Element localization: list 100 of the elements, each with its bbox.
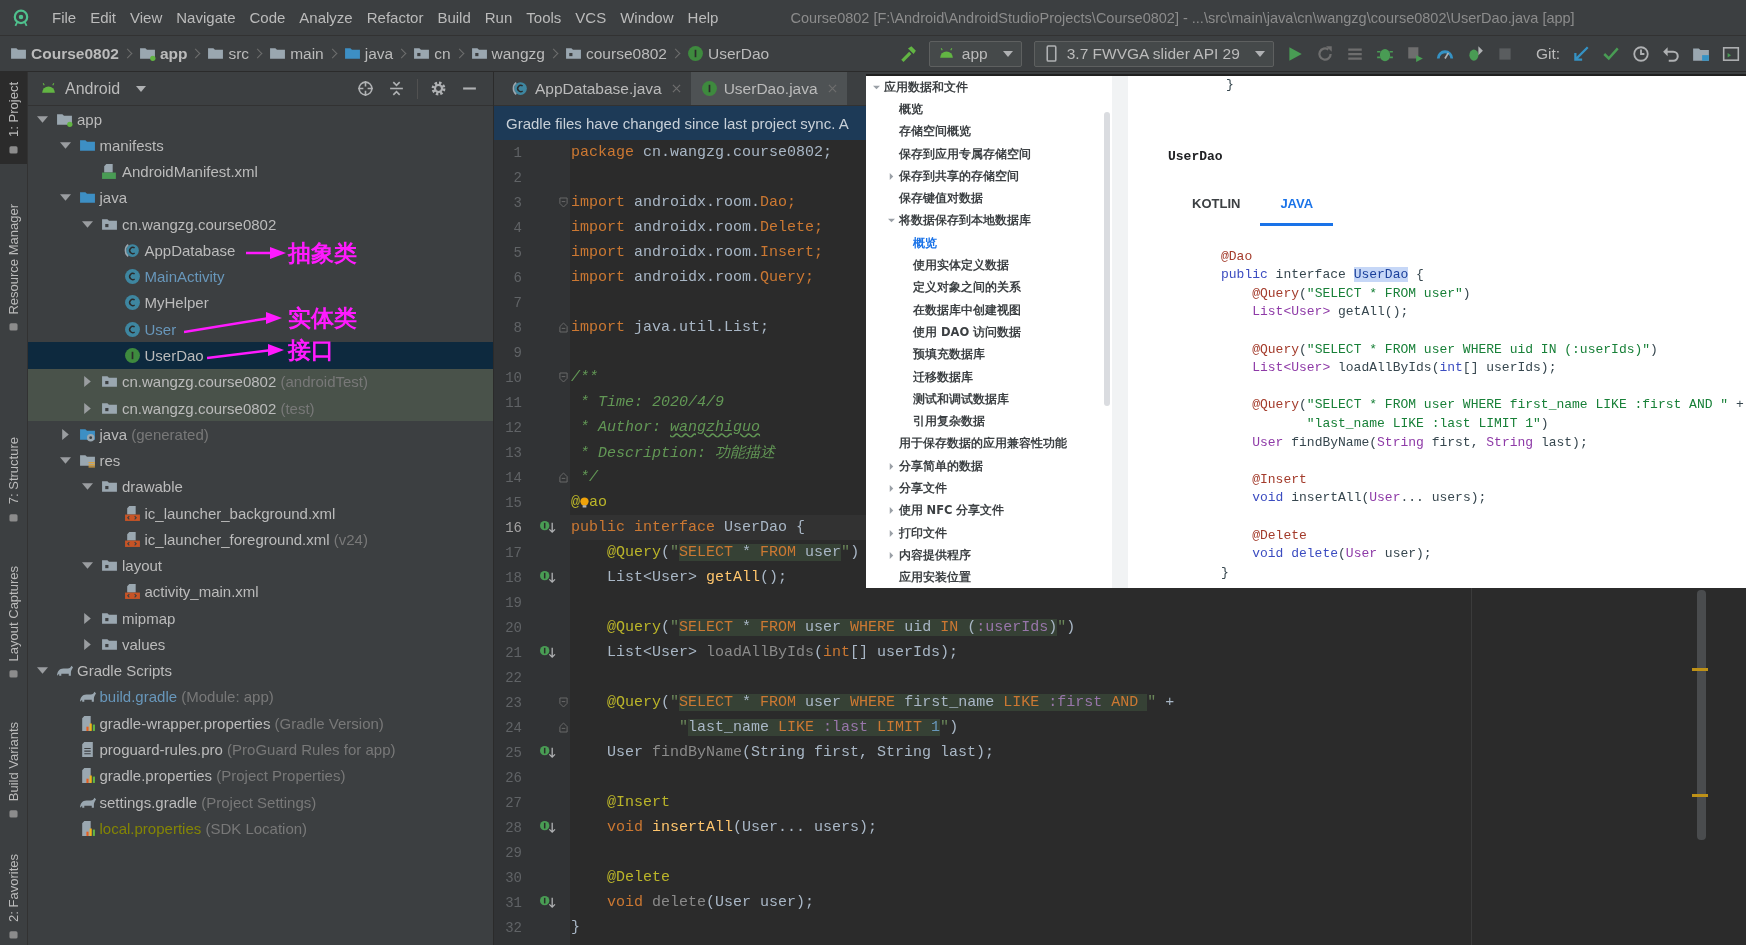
- menu-item[interactable]: Code: [243, 9, 294, 26]
- caret-right-icon[interactable]: [82, 612, 93, 624]
- language-tab[interactable]: JAVA: [1260, 185, 1334, 226]
- caret-right-icon[interactable]: [887, 551, 895, 559]
- fold-start-icon[interactable]: [559, 197, 568, 208]
- run-config-dropdown[interactable]: app: [928, 40, 1022, 67]
- menu-item[interactable]: Refactor: [360, 9, 432, 26]
- caret-down-icon[interactable]: [37, 665, 48, 677]
- attach-icon[interactable]: [1405, 44, 1424, 63]
- caret-down-icon[interactable]: [82, 218, 93, 230]
- fold-end-icon[interactable]: [559, 472, 568, 483]
- tool-window-tab[interactable]: Layout Captures: [0, 555, 27, 689]
- tool-window-tab[interactable]: Resource Manager: [0, 193, 27, 342]
- implemented-marker-icon[interactable]: [539, 570, 556, 585]
- tool-window-tab[interactable]: 2: Favorites: [0, 844, 27, 945]
- breadcrumb-item[interactable]: UserDao: [687, 44, 770, 63]
- tree-item[interactable]: AppDatabase: [101, 237, 236, 264]
- menu-item[interactable]: Tools: [520, 9, 570, 26]
- tree-item[interactable]: gradle-wrapper.properties (Gradle Version): [56, 710, 384, 737]
- caret-down-icon[interactable]: [82, 481, 93, 493]
- nav-item[interactable]: 保存键值对数据: [866, 187, 1112, 210]
- scrollbar[interactable]: [1697, 590, 1706, 840]
- close-icon[interactable]: [671, 84, 681, 93]
- menu-item[interactable]: VCS: [569, 9, 615, 26]
- menu-item[interactable]: Build: [431, 9, 479, 26]
- menu-item[interactable]: Analyze: [293, 9, 361, 26]
- caret-down-icon[interactable]: [59, 455, 71, 467]
- implemented-marker-icon[interactable]: [539, 745, 556, 760]
- caret-right-icon[interactable]: [887, 462, 895, 470]
- caret-down-icon[interactable]: [59, 192, 71, 204]
- nav-item[interactable]: 将数据保存到本地数据库: [866, 209, 1112, 233]
- tree-item[interactable]: settings.gradle (Project Settings): [56, 789, 317, 816]
- implemented-marker-icon[interactable]: [539, 520, 556, 535]
- hammer-icon[interactable]: [898, 44, 917, 63]
- collapse-all-icon[interactable]: [388, 80, 405, 97]
- tree-item[interactable]: manifests: [56, 132, 164, 159]
- tree-item[interactable]: User: [101, 316, 177, 343]
- undo-icon[interactable]: [1662, 44, 1680, 63]
- breadcrumb-item[interactable]: course0802: [565, 44, 667, 63]
- caret-right-icon[interactable]: [82, 402, 93, 414]
- tree-item[interactable]: gradle.properties (Project Properties): [56, 762, 346, 789]
- tree-item[interactable]: ic_launcher_background.xml: [101, 500, 336, 527]
- fold-end-icon[interactable]: [559, 322, 568, 333]
- menu-item[interactable]: Edit: [84, 9, 125, 26]
- tree-item[interactable]: proguard-rules.pro (ProGuard Rules for app): [56, 736, 396, 763]
- device-dropdown[interactable]: 3.7 FWVGA slider API 29: [1033, 40, 1274, 67]
- tree-item[interactable]: drawable: [79, 473, 183, 500]
- nav-item[interactable]: 在数据库中创建视图: [866, 298, 1112, 322]
- lightbulb-icon[interactable]: [580, 494, 589, 511]
- nav-item[interactable]: 保存到应用专属存储空间: [866, 142, 1112, 166]
- breadcrumb-item[interactable]: main: [269, 44, 324, 63]
- tree-item[interactable]: Gradle Scripts: [34, 657, 173, 684]
- nav-item[interactable]: 迁移数据库: [866, 365, 1112, 389]
- tool-window-tab[interactable]: 1: Project: [0, 72, 27, 164]
- implemented-marker-icon[interactable]: [539, 645, 556, 660]
- tree-item[interactable]: mipmap: [79, 605, 176, 632]
- breadcrumb-item[interactable]: cn: [413, 44, 451, 63]
- tree-item[interactable]: AndroidManifest.xml: [79, 158, 258, 185]
- nav-item[interactable]: 使用 NFC 分享文件: [866, 499, 1112, 522]
- caret-right-icon[interactable]: [887, 172, 895, 180]
- nav-item[interactable]: 概览: [866, 232, 1112, 255]
- nav-item[interactable]: 内容提供程序: [866, 544, 1112, 567]
- caret-down-icon[interactable]: [37, 113, 48, 125]
- nav-item[interactable]: 分享简单的数据: [866, 455, 1112, 478]
- tree-item[interactable]: cn.wangzg.course0802: [79, 211, 277, 238]
- tree-item[interactable]: java (generated): [56, 421, 209, 448]
- caret-right-icon[interactable]: [82, 638, 93, 650]
- caret-right-icon[interactable]: [887, 529, 895, 537]
- breadcrumb-item[interactable]: Course0802: [10, 44, 119, 63]
- breadcrumb-item[interactable]: src: [207, 44, 250, 63]
- clock-icon[interactable]: [1632, 44, 1650, 63]
- nav-item[interactable]: 测试和调试数据库: [866, 388, 1112, 411]
- menu-item[interactable]: View: [124, 9, 171, 26]
- menu-item[interactable]: Window: [614, 9, 682, 26]
- tree-item[interactable]: MyHelper: [101, 290, 209, 316]
- nav-item[interactable]: 应用数据和文件: [866, 76, 1112, 99]
- nav-item[interactable]: 使用实体定义数据: [866, 254, 1112, 277]
- update-arrow-icon[interactable]: [1572, 44, 1590, 63]
- tree-item[interactable]: values: [79, 631, 166, 658]
- tree-item[interactable]: activity_main.xml: [101, 578, 259, 605]
- menu-item[interactable]: Run: [478, 9, 521, 26]
- breadcrumb-item[interactable]: wangzg: [470, 44, 545, 63]
- nav-item[interactable]: 用于保存数据的应用兼容性功能: [866, 432, 1112, 456]
- breadcrumb-item[interactable]: java: [343, 44, 394, 63]
- nav-item[interactable]: 打印文件: [866, 521, 1112, 545]
- caret-down-icon[interactable]: [873, 83, 880, 91]
- caret-down-icon[interactable]: [59, 139, 71, 151]
- layout-icon[interactable]: [1722, 44, 1740, 63]
- caret-right-icon[interactable]: [82, 376, 93, 388]
- editor-tab[interactable]: AppDatabase.java: [502, 72, 691, 105]
- tree-item[interactable]: java: [56, 184, 128, 211]
- language-tab[interactable]: KOTLIN: [1172, 185, 1261, 226]
- caret-right-icon[interactable]: [887, 485, 895, 492]
- tree-item[interactable]: ic_launcher_foreground.xml (v24): [101, 526, 368, 553]
- settings-icon[interactable]: [430, 80, 447, 97]
- caret-down-icon[interactable]: [887, 217, 895, 225]
- tree-item[interactable]: UserDao: [101, 342, 204, 369]
- implemented-marker-icon[interactable]: [539, 820, 556, 835]
- crosshair-icon[interactable]: [357, 80, 374, 97]
- nav-item[interactable]: 预填充数据库: [866, 343, 1112, 366]
